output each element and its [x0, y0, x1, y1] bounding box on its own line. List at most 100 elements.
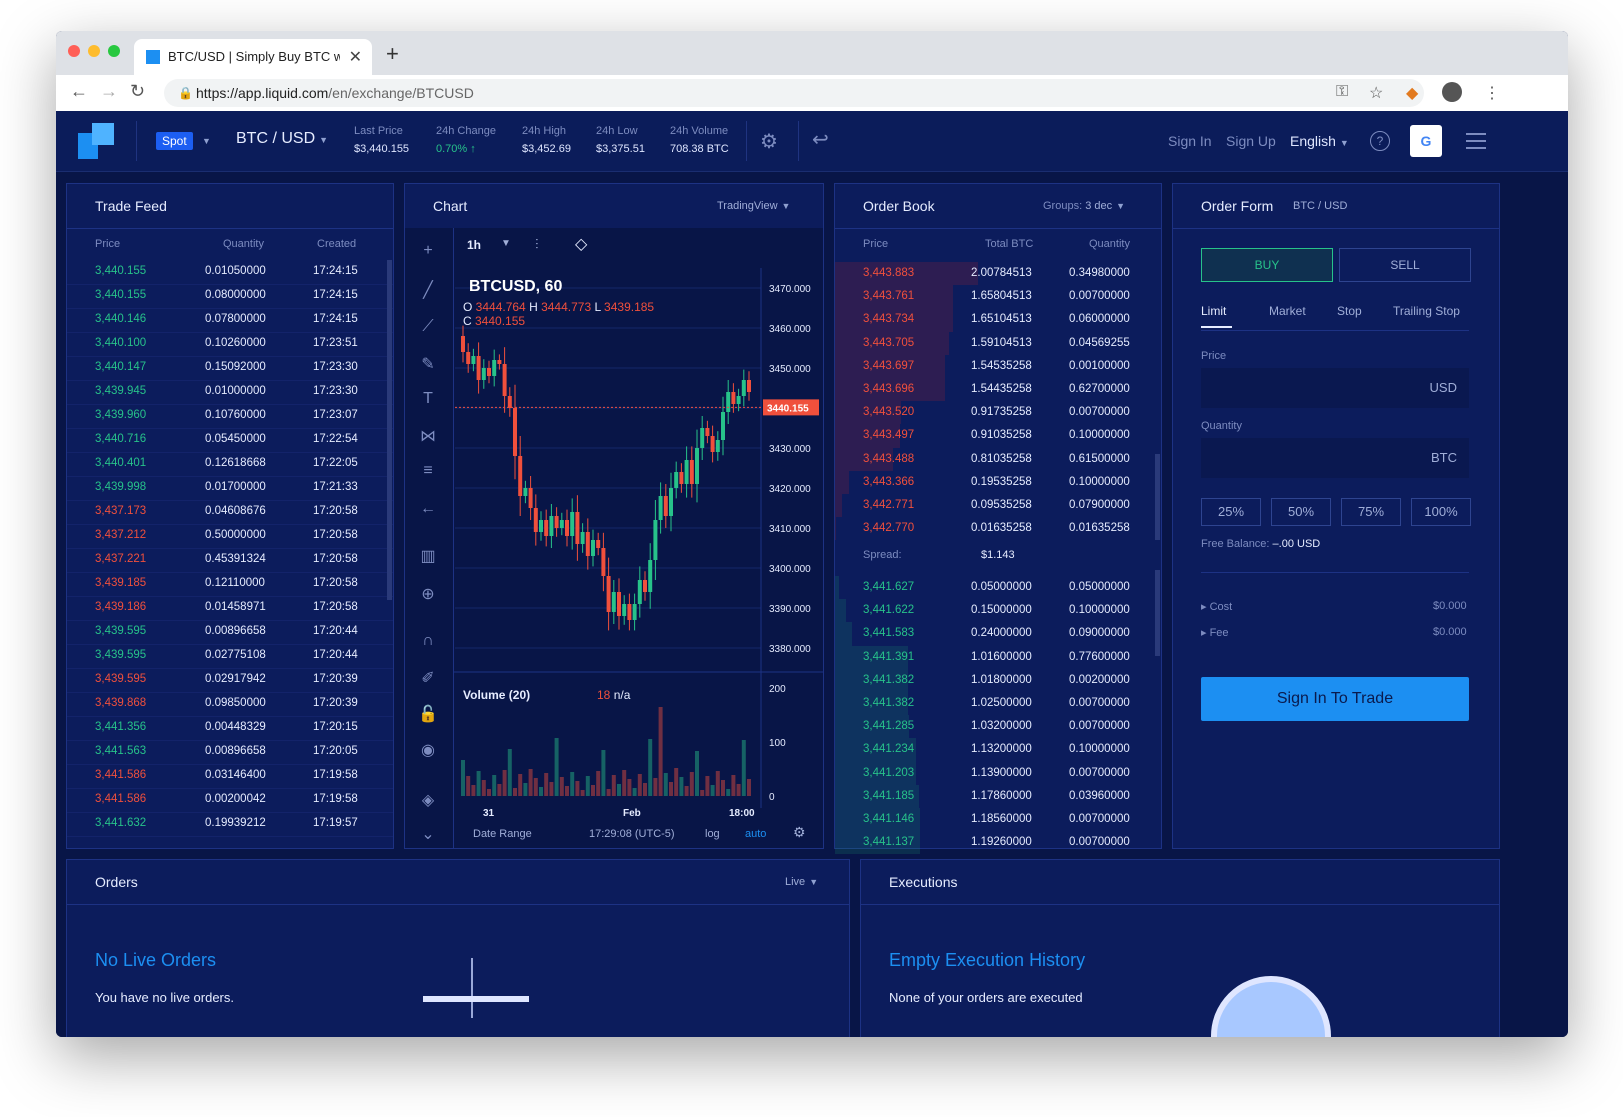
- sell-button[interactable]: SELL: [1339, 248, 1471, 282]
- live-filter-label: Live: [785, 876, 806, 888]
- date-range-button[interactable]: Date Range: [473, 828, 532, 840]
- chevron-down-icon[interactable]: ⌄: [417, 824, 439, 846]
- ask-row[interactable]: 3,443.697 1.54535258 0.00100000: [835, 354, 1161, 378]
- fee-toggle[interactable]: ▸ Fee: [1201, 626, 1229, 639]
- indicators-icon[interactable]: ⫶: [535, 236, 539, 253]
- browser-tab[interactable]: BTC/USD | Simply Buy BTC wit ✕: [134, 39, 372, 75]
- trend-line-icon[interactable]: ╱: [417, 280, 439, 302]
- groups-selector[interactable]: Groups: 3 dec ▼: [1043, 200, 1125, 212]
- hamburger-menu-icon[interactable]: [1466, 133, 1486, 154]
- brush-icon[interactable]: ✎: [417, 354, 439, 376]
- pct-25-button[interactable]: 25%: [1201, 498, 1261, 526]
- fib-tool-icon[interactable]: ⟋: [417, 318, 439, 340]
- ask-row[interactable]: 3,442.770 0.01635258 0.01635258: [835, 517, 1161, 541]
- reload-icon[interactable]: ↻: [130, 81, 145, 102]
- lock-icon[interactable]: 🔓: [417, 704, 439, 726]
- interval-selector[interactable]: 1h: [467, 238, 481, 252]
- forward-arrow-icon[interactable]: →: [100, 81, 118, 102]
- settings-gear-icon[interactable]: ⚙: [760, 129, 778, 154]
- key-icon[interactable]: ⚿: [1336, 83, 1348, 101]
- ask-row[interactable]: 3,442.771 0.09535258 0.07900000: [835, 494, 1161, 518]
- more-menu-icon[interactable]: ⋮: [1484, 83, 1500, 103]
- asks-scrollbar[interactable]: [1155, 454, 1160, 540]
- prediction-tool-icon[interactable]: ≡: [417, 462, 439, 484]
- tab-limit[interactable]: Limit: [1201, 304, 1233, 328]
- buy-button[interactable]: BUY: [1201, 248, 1333, 282]
- magnet-icon[interactable]: ∩: [417, 632, 439, 654]
- quantity-input[interactable]: BTC: [1201, 438, 1469, 478]
- ask-row[interactable]: 3,443.734 1.65104513 0.06000000: [835, 308, 1161, 332]
- url-field[interactable]: 🔒 https://app.liquid.com/en/exchange/BTC…: [164, 79, 1424, 107]
- ask-row[interactable]: 3,443.366 0.19535258 0.10000000: [835, 470, 1161, 494]
- minimize-window-button[interactable]: [88, 45, 100, 57]
- bid-row[interactable]: 3,441.146 1.18560000 0.00700000: [835, 808, 1161, 832]
- bids-scrollbar[interactable]: [1155, 570, 1160, 656]
- bid-row[interactable]: 3,441.622 0.15000000 0.10000000: [835, 599, 1161, 623]
- sign-up-link[interactable]: Sign Up: [1226, 133, 1276, 149]
- bid-row[interactable]: 3,441.285 1.03200000 0.00700000: [835, 715, 1161, 739]
- chart-settings-icon[interactable]: ⚙: [793, 824, 806, 841]
- depth-bar: [835, 576, 839, 600]
- ask-row[interactable]: 3,443.761 1.65804513 0.00700000: [835, 285, 1161, 309]
- bid-row[interactable]: 3,441.234 1.13200000 0.10000000: [835, 738, 1161, 762]
- ask-row[interactable]: 3,443.520 0.91735258 0.00700000: [835, 401, 1161, 425]
- tab-stop[interactable]: Stop: [1337, 304, 1362, 318]
- bid-row[interactable]: 3,441.382 1.01800000 0.00200000: [835, 668, 1161, 692]
- auto-toggle[interactable]: auto: [745, 828, 766, 840]
- language-selector[interactable]: English ▼: [1290, 133, 1349, 149]
- bid-row[interactable]: 3,441.382 1.02500000 0.00700000: [835, 692, 1161, 716]
- bid-row[interactable]: 3,441.185 1.17860000 0.03960000: [835, 784, 1161, 808]
- liquid-logo[interactable]: [78, 123, 114, 159]
- bid-total: 1.17860000: [971, 789, 1032, 802]
- pct-75-button[interactable]: 75%: [1341, 498, 1401, 526]
- zoom-in-icon[interactable]: ⊕: [417, 584, 439, 606]
- eye-icon[interactable]: ◉: [417, 740, 439, 762]
- log-toggle[interactable]: log: [705, 828, 720, 840]
- bid-row[interactable]: 3,441.203 1.13900000 0.00700000: [835, 761, 1161, 785]
- metamask-extension-icon[interactable]: ◆: [1406, 83, 1418, 103]
- text-tool-icon[interactable]: T: [417, 390, 439, 412]
- scrollbar[interactable]: [387, 260, 392, 600]
- ask-row[interactable]: 3,443.696 1.54435258 0.62700000: [835, 378, 1161, 402]
- draw-lock-icon[interactable]: ✐: [417, 668, 439, 690]
- pct-100-button[interactable]: 100%: [1411, 498, 1471, 526]
- measure-icon[interactable]: ▥: [417, 546, 439, 568]
- price-tick-label: 3430.000: [769, 444, 811, 455]
- maximize-window-button[interactable]: [108, 45, 120, 57]
- ask-row[interactable]: 3,443.705 1.59104513 0.04569255: [835, 331, 1161, 355]
- tab-trailing-stop[interactable]: Trailing Stop: [1393, 304, 1460, 318]
- candlestick-chart[interactable]: 3470.0003460.0003450.0003440.0003430.000…: [453, 268, 823, 848]
- arrow-left-icon[interactable]: ←: [417, 500, 439, 522]
- ask-row[interactable]: 3,443.488 0.81035258 0.61500000: [835, 447, 1161, 471]
- pattern-tool-icon[interactable]: ⋈: [417, 426, 439, 448]
- layers-icon[interactable]: ◈: [417, 790, 439, 812]
- tab-market[interactable]: Market: [1269, 304, 1306, 318]
- bid-row[interactable]: 3,441.627 0.05000000 0.05000000: [835, 576, 1161, 600]
- tab-close-icon[interactable]: ✕: [349, 47, 362, 67]
- pct-50-button[interactable]: 50%: [1271, 498, 1331, 526]
- live-filter-selector[interactable]: Live ▼: [785, 876, 818, 888]
- bid-row[interactable]: 3,441.137 1.19260000 0.00700000: [835, 831, 1161, 855]
- close-window-button[interactable]: [68, 45, 80, 57]
- new-tab-button[interactable]: +: [386, 41, 399, 67]
- tradingview-selector[interactable]: TradingView ▼: [717, 200, 790, 212]
- crosshair-icon[interactable]: +: [417, 242, 439, 264]
- back-arrow-icon[interactable]: ←: [70, 81, 88, 102]
- spot-selector[interactable]: Spot: [156, 132, 193, 150]
- bid-row[interactable]: 3,441.391 1.01600000 0.77600000: [835, 645, 1161, 669]
- google-translate-icon[interactable]: G: [1410, 125, 1442, 157]
- bid-row[interactable]: 3,441.583 0.24000000 0.09000000: [835, 622, 1161, 646]
- bookmark-star-icon[interactable]: ☆: [1369, 83, 1383, 103]
- eraser-icon[interactable]: ◇: [575, 234, 587, 254]
- pair-selector[interactable]: BTC / USD ▼: [236, 130, 328, 148]
- price-input[interactable]: USD: [1201, 368, 1469, 408]
- sign-in-link[interactable]: Sign In: [1168, 133, 1212, 149]
- profile-avatar[interactable]: [1442, 82, 1462, 102]
- sign-in-to-trade-button[interactable]: Sign In To Trade: [1201, 677, 1469, 721]
- interval-dropdown-icon[interactable]: ▼: [501, 238, 511, 249]
- ask-row[interactable]: 3,443.883 2.00784513 0.34980000: [835, 262, 1161, 286]
- cost-toggle[interactable]: ▸ Cost: [1201, 600, 1232, 613]
- swap-arrow-icon[interactable]: ↩: [812, 127, 829, 152]
- help-icon[interactable]: ?: [1370, 131, 1390, 151]
- ask-row[interactable]: 3,443.497 0.91035258 0.10000000: [835, 424, 1161, 448]
